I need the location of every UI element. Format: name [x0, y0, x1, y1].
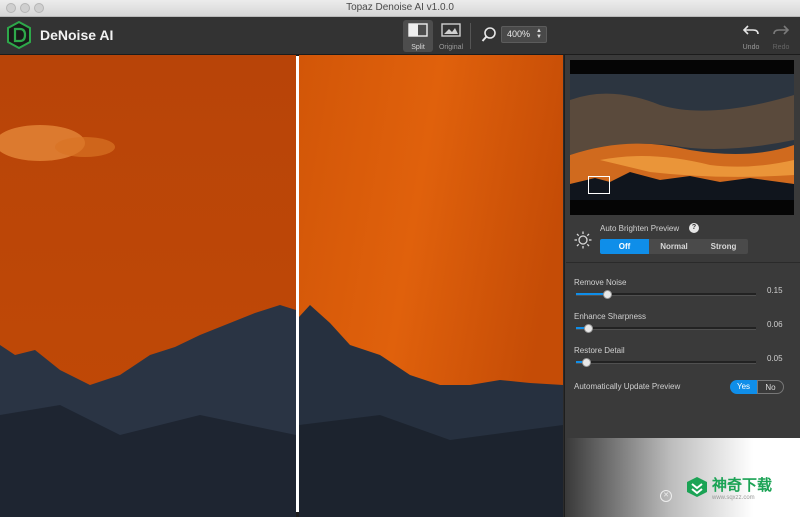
enhance-sharpness-value: 0.06: [767, 320, 783, 329]
auto-update-label: Automatically Update Preview: [574, 382, 681, 391]
toolbar-divider: [470, 23, 471, 49]
undo-icon: [742, 25, 759, 35]
restore-detail-label: Restore Detail: [574, 346, 625, 355]
brightness-icon: [574, 231, 592, 249]
denoise-logo-icon: [7, 21, 31, 49]
undo-button[interactable]: Undo: [736, 20, 766, 52]
split-view-button[interactable]: Split: [403, 20, 433, 52]
auto-update-yes-toggle[interactable]: Yes: [730, 380, 757, 394]
image-icon: [441, 23, 461, 37]
window-title-bar: Topaz Denoise AI v1.0.0: [0, 0, 800, 17]
undo-label: Undo: [742, 44, 760, 51]
zoom-icon[interactable]: [481, 26, 497, 44]
redo-icon: [773, 25, 790, 35]
restore-detail-value: 0.05: [767, 354, 783, 363]
watermark-url: www.sqxzz.com: [712, 495, 755, 501]
panel-divider: [566, 262, 800, 263]
stepper-arrows-icon: ▲ ▼: [536, 28, 542, 40]
zoom-level-select[interactable]: 400% ▲ ▼: [501, 26, 547, 43]
image-canvas[interactable]: [0, 55, 563, 517]
navigator-viewport-box[interactable]: [588, 176, 610, 194]
remove-noise-value: 0.15: [767, 286, 783, 295]
split-label: Split: [411, 44, 425, 51]
zoom-level-value: 400%: [507, 29, 531, 39]
watermark-close-icon[interactable]: ✕: [660, 490, 672, 502]
enhance-sharpness-slider[interactable]: [576, 327, 756, 330]
redo-button[interactable]: Redo: [766, 20, 796, 52]
auto-brighten-label: Auto Brighten Preview: [600, 224, 680, 233]
toolbar: DeNoise AI Split Original 400% ▲▼ Undo: [0, 17, 800, 55]
landscape-photo: [0, 55, 563, 517]
watermark-text: 神奇下载: [712, 477, 773, 494]
original-view-button[interactable]: Original: [436, 20, 466, 52]
remove-noise-label: Remove Noise: [574, 278, 627, 287]
enhance-sharpness-label: Enhance Sharpness: [574, 312, 647, 321]
brighten-strong-option[interactable]: Strong: [699, 239, 748, 254]
split-divider-handle[interactable]: [296, 56, 299, 512]
remove-noise-thumb[interactable]: [603, 290, 612, 299]
app-name: DeNoise AI: [40, 27, 114, 43]
split-view-icon: [408, 23, 428, 37]
enhance-sharpness-thumb[interactable]: [584, 324, 593, 333]
restore-detail-slider[interactable]: [576, 361, 756, 364]
restore-detail-thumb[interactable]: [582, 358, 591, 367]
window-title: Topaz Denoise AI v1.0.0: [346, 2, 454, 13]
brighten-off-option[interactable]: Off: [600, 239, 649, 254]
help-icon[interactable]: ?: [689, 223, 699, 233]
brighten-normal-option[interactable]: Normal: [649, 239, 699, 254]
original-label: Original: [438, 44, 464, 51]
auto-update-no-toggle[interactable]: No: [757, 380, 784, 394]
watermark-logo-icon: [687, 477, 707, 497]
redo-label: Redo: [772, 44, 790, 51]
